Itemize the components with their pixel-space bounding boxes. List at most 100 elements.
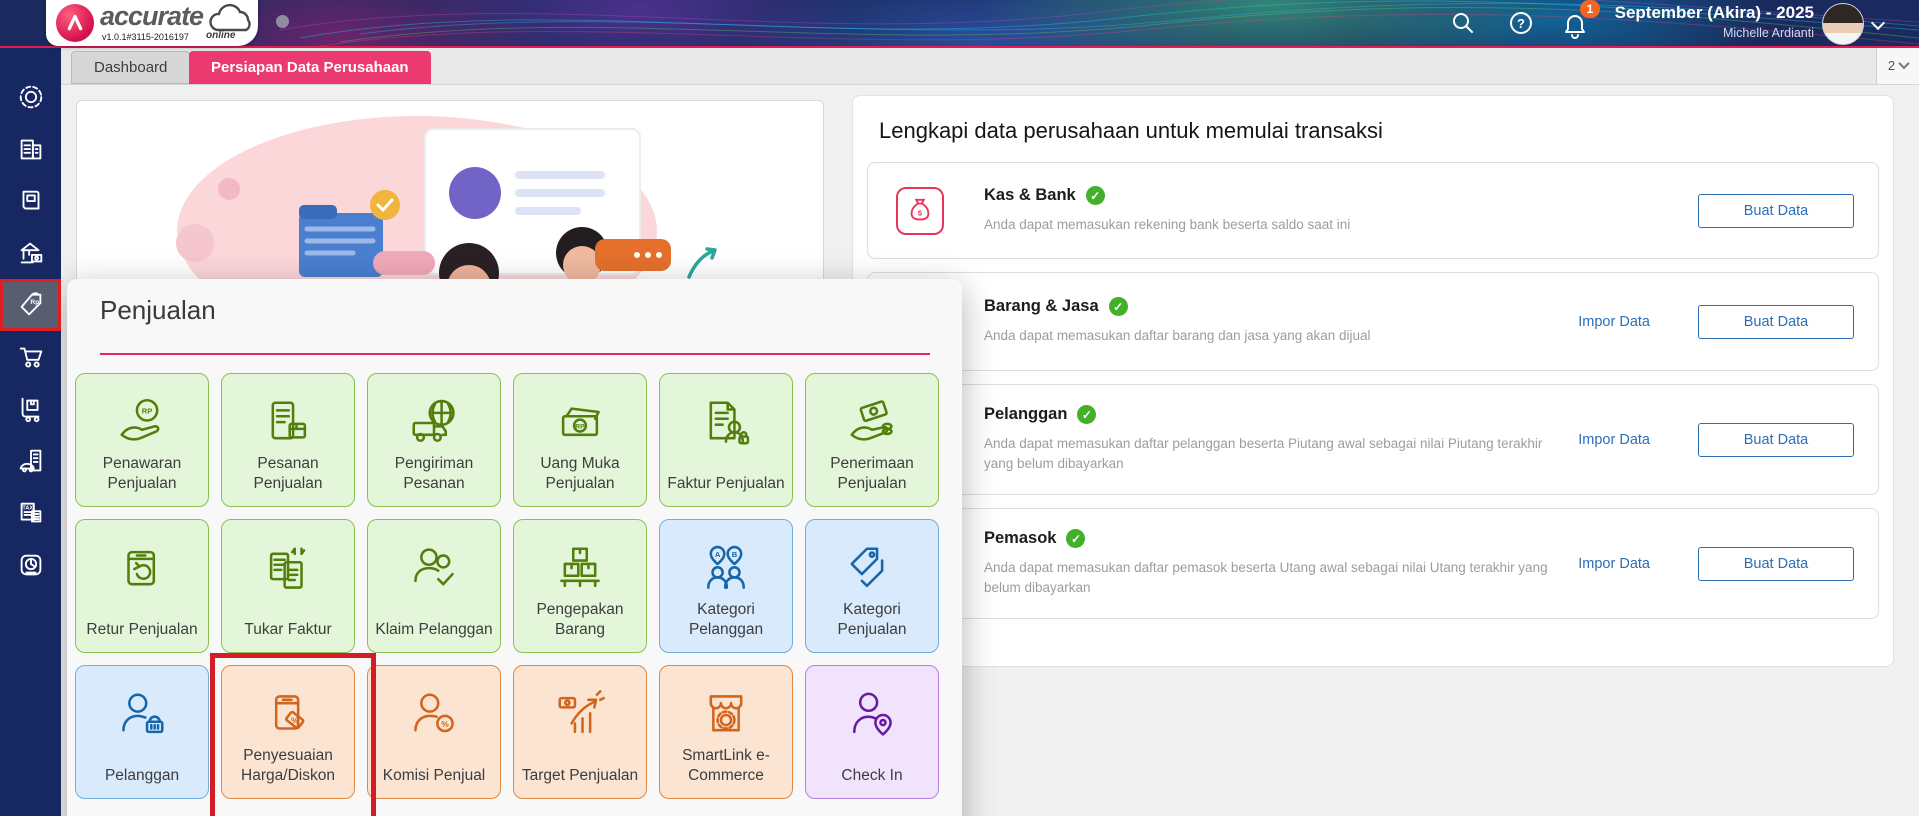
tile-label: Check In [841,766,903,784]
tile-faktur-penjualan[interactable]: Faktur Penjualan [659,373,793,507]
avatar[interactable] [1822,3,1864,45]
tile-penawaran-penjualan[interactable]: RP Penawaran Penjualan [75,373,209,507]
search-icon[interactable] [1450,10,1476,36]
popup-title-underline [100,353,930,355]
sidebar-item-sales-active[interactable]: Rp [0,279,61,331]
row-description: Anda dapat memasukan daftar barang dan j… [984,328,1371,344]
tile-label: SmartLink e-Commerce [682,746,770,784]
discount-tag-icon: % [274,695,305,730]
check-icon: ✓ [1066,529,1086,549]
tile-tukar-faktur[interactable]: Tukar Faktur [221,519,355,653]
svg-text:%: % [291,715,299,725]
accurate-logo-icon [56,4,94,42]
tile-pesanan-penjualan[interactable]: Pesanan Penjualan [221,373,355,507]
buat-data-button[interactable]: Buat Data [1698,304,1854,339]
popup-title: Penjualan [100,295,216,325]
swap-documents-icon [269,547,306,589]
tile-pengepakan-barang[interactable]: Pengepakan Barang [513,519,647,653]
target-chart-icon [558,690,605,734]
sales-tag-icon: Rp [20,292,41,316]
tab-bar: Dashboard Persiapan Data Perusahaan 2 [61,46,1919,85]
sidebar-item-purchases[interactable] [0,331,61,383]
buat-data-button[interactable]: Buat Data [1698,546,1854,581]
row-title: Barang & Jasa [984,297,1099,316]
sidebar-item-ledger[interactable] [0,175,61,227]
price-tags-icon [850,547,884,588]
sidebar-item-reports[interactable] [0,539,61,591]
tile-kategori-pelanggan[interactable]: A B Kategori Pelanggan [659,519,793,653]
tab-overflow-count: 2 [1887,57,1896,73]
tile-label: Pengiriman Pesanan [394,454,474,492]
tile-pelanggan[interactable]: Pelanggan [75,665,209,799]
tile-label: Penyesuaian Harga/Diskon [241,746,335,784]
tile-kategori-penjualan[interactable]: Kategori Penjualan [805,519,939,653]
person-percent-icon: % [414,693,454,733]
tile-komisi-penjual[interactable]: % Komisi Penjual [367,665,501,799]
document-box-icon [271,401,307,440]
help-icon[interactable]: ? [1508,10,1534,36]
sidebar-item-tax[interactable]: TAX [0,487,61,539]
tile-penyesuaian-harga-diskon[interactable]: % Penyesuaian Harga/Diskon [221,665,355,799]
svg-text:Rp: Rp [30,299,39,306]
impor-data-link[interactable]: Impor Data [1578,432,1650,448]
row-description: Anda dapat memasukan daftar pemasok bese… [984,560,1548,595]
cash-bank-icon [20,242,42,264]
tile-label: Retur Penjualan [86,620,198,638]
impor-data-link[interactable]: Impor Data [1578,556,1650,572]
sales-menu-grid: RP Penawaran Penjualan Pesanan Penjualan [75,373,962,799]
sidebar-nav: Rp TAX [0,46,61,816]
hand-money-icon [850,400,893,441]
tile-label: Kategori Pelanggan [688,600,764,638]
checklist-row-barang-jasa: Barang & Jasa ✓ Anda dapat memasukan daf… [867,272,1879,371]
logo-wordmark: accurate [100,1,204,31]
sidebar-item-inventory[interactable] [0,383,61,435]
row-description: Anda dapat memasukan rekening bank beser… [984,217,1351,233]
tile-label: Penawaran Penjualan [102,454,182,492]
truck-globe-icon [412,399,455,442]
tile-penerimaan-penjualan[interactable]: Penerimaan Penjualan [805,373,939,507]
status-dot [276,15,289,28]
return-box-icon [127,550,156,586]
impor-data-link[interactable]: Impor Data [1578,314,1650,330]
tab-overflow-dropdown[interactable]: 2 [1876,46,1919,84]
pallet-boxes-icon [560,547,600,588]
tile-label: Target Penjualan [521,766,639,784]
tile-target-penjualan[interactable]: Target Penjualan [513,665,647,799]
gear-icon [19,85,42,109]
tile-klaim-pelanggan[interactable]: Klaim Pelanggan [367,519,501,653]
tile-retur-penjualan[interactable]: Retur Penjualan [75,519,209,653]
buat-data-button[interactable]: Buat Data [1698,193,1854,228]
tab-persiapan-data-perusahaan[interactable]: Persiapan Data Perusahaan [189,51,431,84]
sidebar-item-company[interactable] [0,123,61,175]
tile-pengiriman-pesanan[interactable]: Pengiriman Pesanan [367,373,501,507]
tile-uang-muka-penjualan[interactable]: RP Uang Muka Penjualan [513,373,647,507]
sidebar-item-fixed-assets[interactable] [0,435,61,487]
period-selector[interactable]: September (Akira) - 2025 [1615,3,1814,23]
invoice-person-icon [709,401,750,445]
hand-coin-icon: RP [120,398,160,441]
checklist-row-kas-bank: $ Kas & Bank ✓ Anda dapat memasukan reke… [867,162,1879,259]
storefront-gear-icon [709,695,743,732]
main-content: Lengkapi data perusahaan untuk memulai t… [61,84,1919,816]
person-pin-icon [853,692,892,736]
tile-label: Pesanan Penjualan [253,454,323,492]
svg-text:$: $ [918,208,923,217]
logo-area[interactable]: accurate v1.0.1#3115-2016197 online [46,0,258,46]
check-icon: ✓ [1085,186,1105,206]
penjualan-popup: Penjualan RP Penawaran Penjualan Pesanan… [67,279,962,816]
tile-smartlink-ecommerce[interactable]: SmartLink e-Commerce [659,665,793,799]
logo-online-label: online [206,30,236,41]
row-title: Pemasok [984,529,1057,548]
sidebar-item-cash-bank[interactable] [0,227,61,279]
buat-data-button[interactable]: Buat Data [1698,422,1854,457]
sidebar-item-settings[interactable] [0,71,61,123]
tile-check-in[interactable]: Check In [805,665,939,799]
company-data-checklist-panel: Lengkapi data perusahaan untuk memulai t… [852,95,1894,667]
app-version: v1.0.1#3115-2016197 [102,32,189,42]
check-icon: ✓ [1077,405,1097,425]
svg-text:RP: RP [575,423,585,430]
check-icon: ✓ [1108,297,1128,317]
tab-dashboard[interactable]: Dashboard [71,51,191,84]
customer-check-icon [414,548,454,586]
notification-badge: 1 [1580,0,1600,18]
